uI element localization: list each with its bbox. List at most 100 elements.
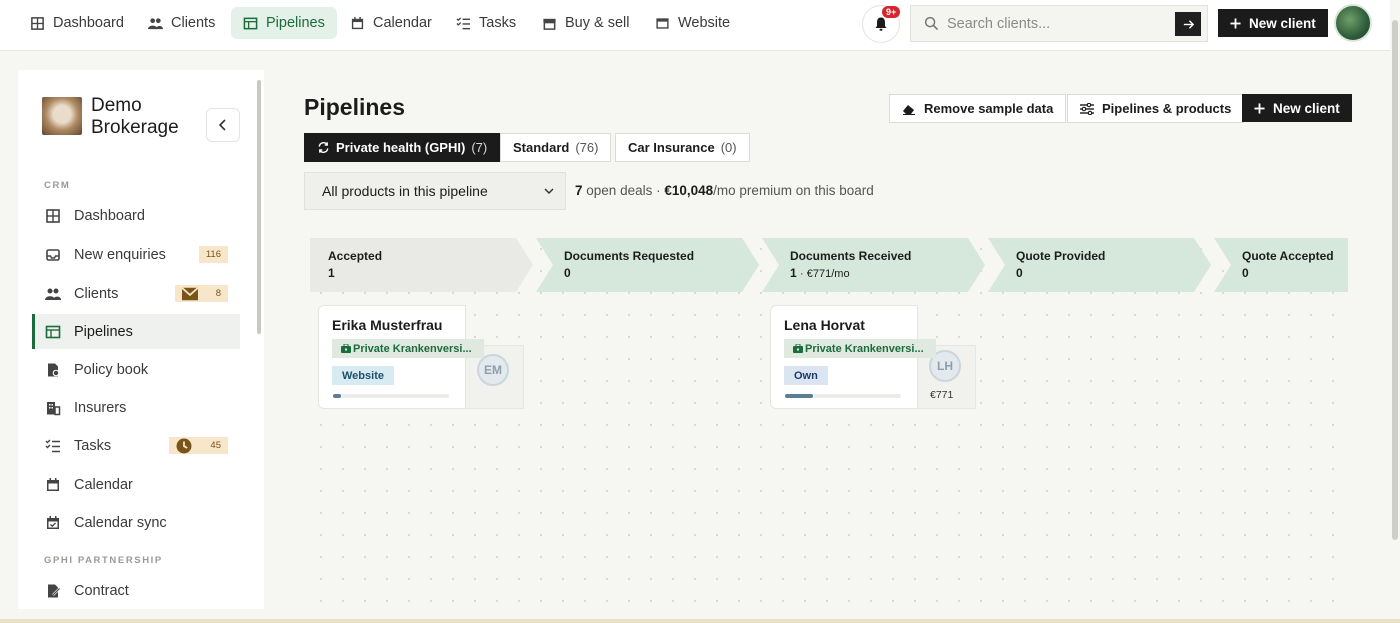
policy-icon: [48, 363, 60, 376]
building-icon: [47, 401, 61, 415]
sidebar-item-calendar[interactable]: Calendar: [32, 467, 240, 502]
client-search: [910, 5, 1208, 42]
stage-count: 1 · €771/mo: [790, 266, 985, 280]
new-client-button[interactable]: New client: [1242, 94, 1352, 122]
topnav-label: Clients: [171, 15, 216, 31]
deal-card[interactable]: EM Erika Musterfrau Website Private Kran…: [318, 305, 526, 409]
tab-label: Car Insurance: [628, 140, 715, 155]
product-filter-select[interactable]: All products in this pipeline: [304, 172, 566, 210]
sidebar-item-insurers[interactable]: Insurers: [32, 390, 240, 425]
stage-name: Accepted: [328, 249, 383, 263]
tab-count: (7): [471, 140, 488, 155]
stage-name: Quote Accepted: [1242, 249, 1334, 263]
sidebar-item-label: Contract: [74, 582, 129, 599]
sidebar-item-calendar-sync[interactable]: Calendar sync: [32, 505, 240, 540]
sidebar-scrollbar[interactable]: [257, 80, 261, 334]
sidebar-item-dashboard[interactable]: Dashboard: [32, 198, 240, 233]
sidebar-item-label: Policy book: [74, 361, 149, 378]
topnav-clients[interactable]: Clients: [136, 7, 227, 39]
sidebar-item-label: Dashboard: [74, 207, 145, 224]
topnav-new-client-button[interactable]: New client: [1218, 9, 1328, 37]
stage-quote-accepted[interactable]: Quote Accepted 0: [1214, 238, 1348, 292]
sidebar-item-new-enquiries[interactable]: New enquiries 116: [32, 237, 240, 272]
tasks-icon: [45, 439, 60, 452]
stage-deal-count: 1: [790, 266, 797, 280]
sidebar-item-label: Calendar: [74, 476, 133, 493]
lead-source-badge: Own: [784, 366, 828, 385]
stage-name: Documents Received: [790, 249, 912, 263]
calendar-icon: [351, 16, 364, 29]
progress-bar: [333, 394, 449, 398]
arrow-right-icon: [1183, 19, 1194, 29]
search-input[interactable]: [947, 15, 1167, 32]
tab-car-insurance[interactable]: Car Insurance (0): [615, 133, 750, 162]
search-icon: [924, 16, 939, 31]
topnav-label: Pipelines: [266, 15, 325, 31]
stage-count: 0: [1016, 266, 1211, 280]
deal-card[interactable]: LH €771 Lena Horvat Own Private Krankenv…: [770, 305, 978, 409]
stage-premium: · €771/mo: [800, 268, 850, 280]
badge-count: 45: [210, 440, 221, 451]
calendar-check-icon: [47, 515, 59, 529]
page-scrollbar[interactable]: [1392, 20, 1398, 540]
notifications-button[interactable]: 9+: [862, 5, 901, 43]
contract-icon: [48, 584, 61, 597]
top-navigation-bar: Dashboard Clients Pipelines Calendar Tas…: [0, 0, 1390, 51]
sidebar-item-label: Tasks: [74, 437, 112, 454]
sidebar-item-clients[interactable]: Clients 8: [32, 276, 240, 311]
topnav-website[interactable]: Website: [643, 7, 742, 39]
badge-count: 8: [215, 288, 221, 299]
tasks-icon: [456, 16, 471, 29]
topnav-calendar[interactable]: Calendar: [338, 7, 444, 39]
sliders-icon: [1080, 102, 1094, 115]
refresh-icon: [318, 141, 329, 154]
deal-amount: €771: [930, 389, 954, 401]
topnav-pipelines[interactable]: Pipelines: [231, 7, 337, 39]
button-label: Pipelines & products: [1102, 101, 1232, 116]
stage-deal-count: 0: [1242, 266, 1249, 280]
stage-documents-received[interactable]: Documents Received 1 · €771/mo: [762, 238, 985, 292]
tab-standard[interactable]: Standard (76): [500, 133, 612, 162]
user-avatar[interactable]: [1334, 4, 1372, 42]
select-value: All products in this pipeline: [322, 183, 488, 199]
notification-count-badge: 9+: [882, 6, 901, 18]
product-name: Private Krankenversi...: [353, 342, 472, 355]
topnav-label: Dashboard: [53, 15, 124, 31]
sidebar-item-tasks[interactable]: Tasks 45: [32, 428, 240, 463]
sidebar-collapse-button[interactable]: [206, 108, 240, 142]
stage-name: Documents Requested: [564, 249, 695, 263]
search-submit-button[interactable]: [1175, 12, 1201, 36]
remove-sample-data-button[interactable]: Remove sample data: [889, 94, 1067, 123]
bottom-edge-strip: [0, 619, 1400, 623]
stage-accepted[interactable]: Accepted 1: [310, 238, 533, 292]
lead-source-badge: Website: [332, 366, 394, 385]
topnav-buy-sell[interactable]: Buy & sell: [530, 7, 641, 39]
users-icon: [45, 288, 61, 300]
bell-icon: [875, 17, 887, 31]
topnav-label: Website: [678, 15, 731, 31]
open-deals-text: open deals ·: [586, 183, 661, 198]
open-deals-count: 7: [575, 183, 583, 198]
sidebar-item-pipelines[interactable]: Pipelines: [32, 314, 240, 349]
sidebar-item-contract[interactable]: Contract: [32, 573, 240, 608]
button-label: New client: [1249, 15, 1316, 31]
sidebar-item-policy-book[interactable]: Policy book: [32, 352, 240, 387]
briefcase-icon: [341, 344, 351, 353]
assignee-avatar: EM: [477, 354, 509, 386]
stage-quote-provided[interactable]: Quote Provided 0: [988, 238, 1211, 292]
grid-icon: [31, 16, 44, 30]
premium-total: €10,048: [664, 183, 714, 198]
pipeline-board: Accepted 1 Documents Requested 0 Documen…: [310, 238, 1348, 608]
calendar-icon: [47, 477, 59, 491]
pipelines-products-button[interactable]: Pipelines & products: [1067, 94, 1245, 123]
stage-documents-requested[interactable]: Documents Requested 0: [536, 238, 759, 292]
topnav-dashboard[interactable]: Dashboard: [18, 7, 136, 39]
stage-deal-count: 1: [328, 266, 335, 280]
badge-count: 116: [205, 249, 221, 260]
topnav-tasks[interactable]: Tasks: [444, 7, 528, 39]
section-label-crm: CRM: [44, 180, 71, 191]
stage-count: 0: [564, 266, 759, 280]
tab-private-health[interactable]: Private health (GPHI) (7): [304, 133, 501, 162]
browser-icon: [656, 17, 669, 29]
tab-count: (0): [720, 140, 737, 155]
